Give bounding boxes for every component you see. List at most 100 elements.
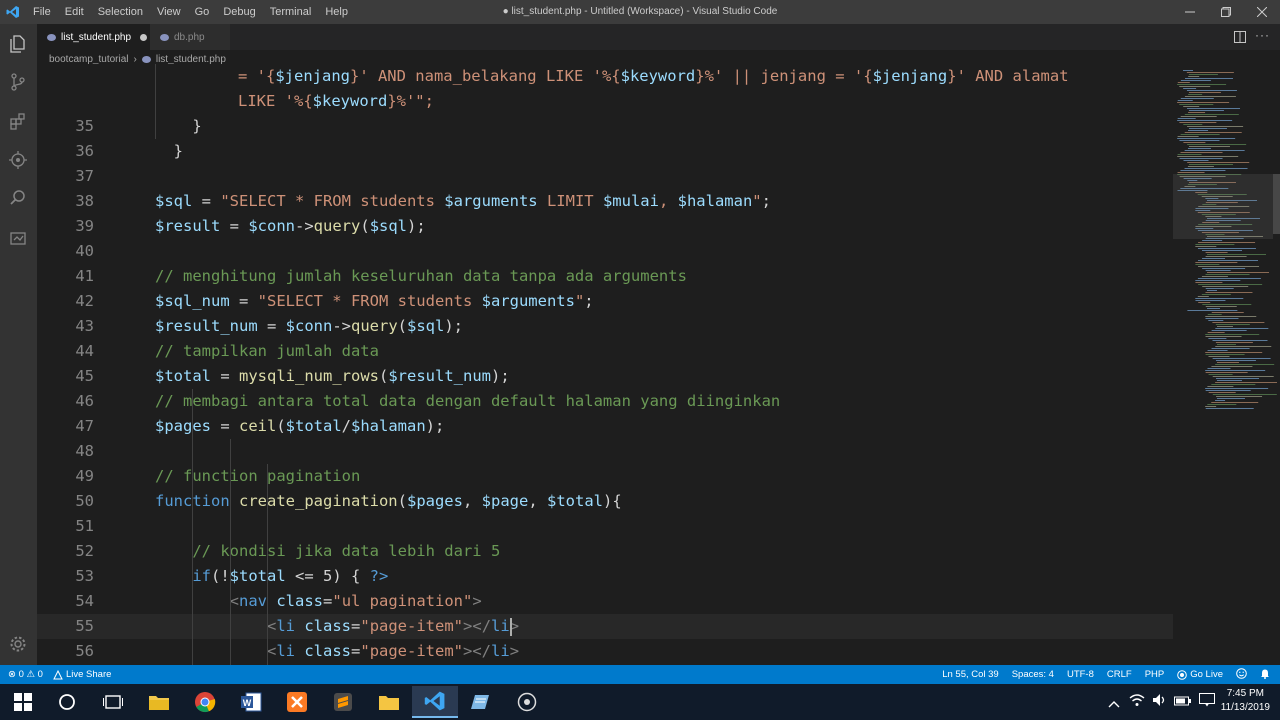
live-share-button[interactable]: Live Share — [53, 669, 111, 680]
line-number: 51 — [75, 517, 94, 535]
php-file-icon — [141, 55, 151, 63]
notifications-bell-icon[interactable] — [1260, 668, 1270, 682]
minimap-line — [1179, 104, 1214, 105]
settings-gear-icon[interactable] — [6, 632, 30, 656]
menu-terminal[interactable]: Terminal — [263, 0, 319, 24]
word-icon[interactable]: W — [228, 686, 274, 718]
sublime-text-icon[interactable] — [320, 686, 366, 718]
vertical-scrollbar-thumb[interactable] — [1273, 174, 1280, 234]
go-live-button[interactable]: Go Live — [1177, 669, 1223, 680]
minimize-button[interactable] — [1172, 0, 1208, 24]
code-text: = '{$jenjang}' AND nama_belakang LIKE '%… — [238, 64, 1069, 89]
code-token: > — [472, 592, 482, 610]
code-token: ; — [584, 292, 594, 310]
minimap[interactable] — [1173, 64, 1280, 665]
menu-go[interactable]: Go — [188, 0, 217, 24]
minimap-line — [1187, 166, 1214, 167]
encoding[interactable]: UTF-8 — [1067, 669, 1094, 680]
search-icon[interactable] — [6, 186, 30, 210]
code-text: // membagi antara total data dengan defa… — [155, 389, 780, 414]
tab-list-student[interactable]: list_student.php — [37, 24, 150, 50]
feedback-smiley-icon[interactable] — [1236, 667, 1247, 682]
menu-edit[interactable]: Edit — [58, 0, 91, 24]
vscode-taskbar-icon[interactable] — [412, 686, 458, 718]
code-token: -> — [295, 217, 314, 235]
show-hidden-icons-chevron-icon[interactable] — [1108, 695, 1120, 713]
activity-bar — [0, 24, 37, 665]
indentation[interactable]: Spaces: 4 — [1012, 669, 1054, 680]
github-icon[interactable] — [504, 686, 550, 718]
language-mode[interactable]: PHP — [1145, 669, 1165, 680]
line-ending[interactable]: CRLF — [1107, 669, 1132, 680]
cursor-position[interactable]: Ln 55, Col 39 — [942, 669, 999, 680]
menu-debug[interactable]: Debug — [216, 0, 262, 24]
code-editor[interactable]: = '{$jenjang}' AND nama_belakang LIKE '%… — [37, 64, 1173, 665]
code-token: <= 5) { — [285, 567, 370, 585]
cortana-search-icon[interactable] — [44, 686, 90, 718]
code-token: ceil — [239, 417, 277, 435]
volume-icon[interactable] — [1152, 693, 1168, 712]
code-token: li — [491, 617, 510, 635]
chrome-icon[interactable] — [182, 686, 228, 718]
minimap-line — [1215, 382, 1277, 383]
taskbar-clock[interactable]: 7:45 PM 11/13/2019 — [1221, 687, 1270, 715]
problems-indicator[interactable]: ⊗ 0 ⚠ 0 — [8, 669, 43, 680]
menu-file[interactable]: File — [26, 0, 58, 24]
status-bar: ⊗ 0 ⚠ 0 Live Share Ln 55, Col 39 Spaces:… — [0, 665, 1280, 684]
minimap-line — [1215, 324, 1250, 325]
minimap-line — [1195, 244, 1235, 245]
minimap-line — [1195, 264, 1220, 265]
menu-view[interactable]: View — [150, 0, 188, 24]
minimap-line — [1180, 170, 1226, 171]
minimap-line — [1177, 136, 1199, 137]
minimap-line — [1184, 96, 1236, 97]
language-keyboard-icon[interactable] — [1199, 693, 1215, 712]
code-line-wrapped: = '{$jenjang}' AND nama_belakang LIKE '%… — [37, 64, 1173, 89]
minimap-line — [1208, 320, 1224, 321]
notepad-icon[interactable] — [458, 686, 504, 718]
source-control-icon[interactable] — [6, 70, 30, 94]
split-editor-icon[interactable] — [1234, 30, 1246, 48]
tab-label: db.php — [174, 31, 205, 43]
code-token: ?> — [369, 567, 389, 585]
minimap-line — [1216, 362, 1239, 363]
menu-help[interactable]: Help — [318, 0, 355, 24]
explorer-icon[interactable] — [6, 32, 30, 56]
code-token: $arguments — [481, 292, 575, 310]
breadcrumb-folder[interactable]: bootcamp_tutorial — [49, 54, 129, 65]
code-token: nav — [239, 592, 267, 610]
wifi-icon[interactable] — [1129, 693, 1145, 712]
line-number: 56 — [75, 642, 94, 660]
minimap-line — [1186, 72, 1234, 73]
task-view-icon[interactable] — [90, 686, 136, 718]
maximize-button[interactable] — [1208, 0, 1244, 24]
more-actions-icon[interactable]: ··· — [1255, 28, 1270, 42]
tab-db[interactable]: db.php — [150, 24, 230, 50]
debug-icon[interactable] — [6, 148, 30, 172]
code-line: 46 // membagi antara total data dengan de… — [37, 389, 1173, 414]
minimap-line — [1188, 164, 1233, 165]
extensions-icon[interactable] — [6, 110, 30, 134]
code-token: < — [266, 642, 277, 660]
remote-explorer-icon[interactable] — [6, 226, 30, 250]
minimap-line — [1195, 262, 1238, 263]
breadcrumb-file[interactable]: list_student.php — [156, 54, 226, 65]
minimap-line — [1188, 92, 1221, 93]
windows-start-icon[interactable] — [0, 686, 46, 718]
battery-icon[interactable] — [1174, 694, 1192, 712]
line-number: 45 — [75, 367, 94, 385]
svg-text:W: W — [243, 698, 252, 708]
minimap-line — [1197, 260, 1258, 261]
xampp-icon[interactable] — [274, 686, 320, 718]
line-number: 36 — [75, 142, 94, 160]
folder-icon[interactable] — [366, 686, 412, 718]
code-text: $sql_num = "SELECT * FROM students $argu… — [155, 289, 594, 314]
minimap-line — [1205, 334, 1260, 335]
minimap-viewport[interactable] — [1173, 174, 1273, 239]
code-line: 35 } — [37, 114, 1173, 139]
file-explorer-icon[interactable] — [136, 686, 182, 718]
unsaved-dot-icon[interactable] — [140, 33, 148, 41]
menu-selection[interactable]: Selection — [91, 0, 150, 24]
close-button[interactable] — [1244, 0, 1280, 24]
